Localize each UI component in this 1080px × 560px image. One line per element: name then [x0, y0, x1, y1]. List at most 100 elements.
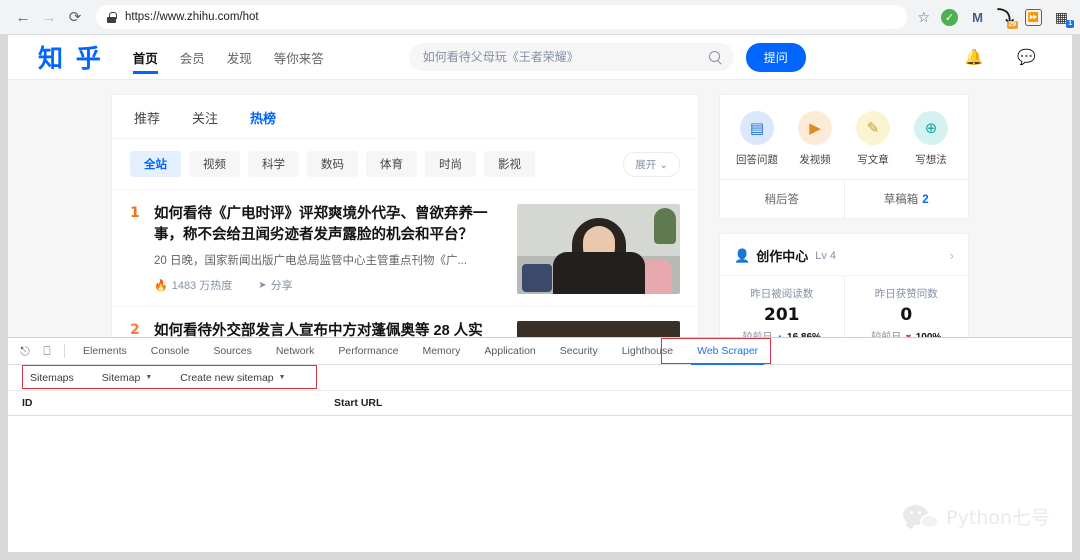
- answer-later-button[interactable]: 稍后答: [720, 180, 845, 218]
- tab-recommend[interactable]: 推荐: [134, 108, 160, 127]
- chip-video[interactable]: 视频: [189, 151, 240, 177]
- hot-item-share-button[interactable]: ➤ 分享: [258, 277, 292, 293]
- devtools-tab-application[interactable]: Application: [472, 338, 547, 365]
- send-plane-icon: ➤: [258, 279, 267, 291]
- toggle-device-toolbar-icon[interactable]: ⎕: [36, 340, 58, 362]
- hot-item-rank: 2: [130, 322, 140, 337]
- creator-level-label: Lv 4: [815, 249, 836, 262]
- zhihu-header: 知 乎 首页 会员 发现 等你来答 提问 🔔 💬: [8, 35, 1072, 80]
- chip-all-site[interactable]: 全站: [130, 151, 181, 177]
- devtools-tab-memory[interactable]: Memory: [410, 338, 472, 365]
- hot-list-item[interactable]: 1 如何看待《广电时评》评郑爽境外代孕、曾欲弃养一事，称不会给丑闻劣迹者发声露脸…: [112, 190, 698, 307]
- browser-toolbar: ← → ⟳ https://www.zhihu.com/hot ☆ ✓ M ⤵ 2…: [0, 0, 1080, 35]
- message-chat-icon[interactable]: 💬: [1017, 48, 1036, 66]
- stat-views-yesterday: 昨日被阅读数 201 较前日 ▲ 16.86%: [720, 276, 845, 337]
- stat-views-label: 昨日被阅读数: [750, 288, 814, 300]
- devtools-tab-console[interactable]: Console: [139, 338, 202, 365]
- column-header-start-url[interactable]: Start URL: [334, 397, 1072, 409]
- hot-item-thumbnail[interactable]: [517, 204, 680, 294]
- chip-movies[interactable]: 影视: [484, 151, 535, 177]
- thumbnail-person-body: [552, 252, 645, 294]
- nav-item-explore[interactable]: 发现: [227, 35, 252, 80]
- zhihu-logo[interactable]: 知 乎: [38, 39, 103, 75]
- chip-digital[interactable]: 数码: [307, 151, 358, 177]
- zhihu-header-icons: 🔔 💬: [965, 48, 1042, 66]
- inspect-element-icon[interactable]: ⎋: [14, 340, 36, 362]
- thumbnail-object: [522, 264, 552, 292]
- back-arrow-icon[interactable]: ←: [10, 4, 36, 30]
- chip-sports[interactable]: 体育: [366, 151, 417, 177]
- drafts-button[interactable]: 草稿箱 2: [845, 180, 969, 218]
- creator-actions-card: ▤ 回答问题 ▶ 发视频 ✎ 写文章 ⊕ 写想法 稍后答 草稿箱 2: [719, 94, 969, 219]
- stat-views-delta: 较前日 ▲ 16.86%: [720, 328, 844, 337]
- zhihu-main-nav: 首页 会员 发现 等你来答: [132, 35, 324, 80]
- create-new-sitemap-label: Create new sitemap: [180, 371, 274, 384]
- mail-extension-icon[interactable]: M: [969, 9, 986, 26]
- hot-list-card: 推荐 关注 热榜 全站 视频 科学 数码 体育 时尚 影视 展开 ⌄ 1 如何看…: [111, 94, 699, 337]
- devtools-panel: ⎋ ⎕ Elements Console Sources Network Per…: [8, 337, 1072, 552]
- nav-item-home[interactable]: 首页: [132, 35, 158, 80]
- video-extension-icon[interactable]: ⏩: [1025, 8, 1042, 26]
- creator-stats-row: 昨日被阅读数 201 较前日 ▲ 16.86% 昨日获赞同数 0: [720, 276, 968, 337]
- download-extension-icon[interactable]: ⤵ 29: [997, 9, 1018, 29]
- devtools-tabbar: ⎋ ⎕ Elements Console Sources Network Per…: [8, 338, 1072, 365]
- expand-categories-button[interactable]: 展开 ⌄: [623, 151, 680, 177]
- devtools-tab-sources[interactable]: Sources: [201, 338, 264, 365]
- notification-bell-icon[interactable]: 🔔: [965, 48, 984, 66]
- chevron-right-icon[interactable]: ›: [950, 248, 954, 263]
- devtools-tab-lighthouse[interactable]: Lighthouse: [610, 338, 685, 365]
- creator-center-header[interactable]: 👤 创作中心 Lv 4 ›: [720, 234, 968, 276]
- nav-item-waiting-answer[interactable]: 等你来答: [274, 35, 324, 80]
- web-scraper-toolbar: Sitemaps Sitemap ▼ Create new sitemap ▼: [8, 365, 1072, 391]
- sitemaps-label: Sitemaps: [30, 371, 74, 384]
- action-post-video[interactable]: ▶ 发视频: [789, 111, 841, 167]
- stat-upvotes-label: 昨日获赞同数: [874, 288, 938, 300]
- search-icon[interactable]: [708, 50, 722, 64]
- chip-fashion[interactable]: 时尚: [425, 151, 476, 177]
- address-bar[interactable]: https://www.zhihu.com/hot: [96, 5, 908, 29]
- bookmark-star-icon[interactable]: ☆: [917, 9, 930, 26]
- search-box[interactable]: [408, 43, 734, 71]
- action-write-idea[interactable]: ⊕ 写想法: [905, 111, 957, 167]
- zhihu-body: 推荐 关注 热榜 全站 视频 科学 数码 体育 时尚 影视 展开 ⌄ 1 如何看…: [8, 80, 1072, 337]
- action-write-article-label: 写文章: [857, 154, 889, 166]
- reload-icon[interactable]: ⟳: [62, 4, 88, 30]
- create-new-sitemap-menu[interactable]: Create new sitemap ▼: [180, 372, 285, 384]
- devtools-tab-performance[interactable]: Performance: [326, 338, 410, 365]
- write-article-icon: ✎: [856, 111, 890, 145]
- devtools-tab-network[interactable]: Network: [264, 338, 327, 365]
- action-write-idea-label: 写想法: [915, 154, 947, 166]
- action-write-article[interactable]: ✎ 写文章: [847, 111, 899, 167]
- devtools-tab-web-scraper[interactable]: Web Scraper: [685, 338, 770, 365]
- grammar-extension-icon[interactable]: ✓: [941, 8, 958, 26]
- chevron-down-icon: ▼: [145, 374, 153, 381]
- nav-item-membership[interactable]: 会员: [180, 35, 205, 80]
- thumbnail-plant: [654, 208, 676, 244]
- action-answer-question-label: 回答问题: [736, 154, 778, 166]
- hot-item-title[interactable]: 如何看待《广电时评》评郑爽境外代孕、曾欲弃养一事，称不会给丑闻劣迹者发声露脸的机…: [154, 204, 505, 246]
- flame-icon: 🔥: [154, 279, 168, 292]
- sitemaps-menu[interactable]: Sitemaps: [30, 372, 74, 384]
- hot-list-item[interactable]: 2 如何看待外交部发言人宣布中方对蓬佩奥等 28 人实: [112, 307, 698, 337]
- chip-science[interactable]: 科学: [248, 151, 299, 177]
- toolbox-extension-icon[interactable]: ▦ 1: [1053, 9, 1074, 28]
- sitemap-menu[interactable]: Sitemap ▼: [102, 372, 152, 384]
- forward-arrow-icon[interactable]: →: [36, 4, 62, 30]
- devtools-tab-elements[interactable]: Elements: [71, 338, 139, 365]
- action-answer-question[interactable]: ▤ 回答问题: [731, 111, 783, 167]
- hot-item-title[interactable]: 如何看待外交部发言人宣布中方对蓬佩奥等 28 人实: [154, 321, 505, 337]
- hot-item-share-label: 分享: [270, 280, 293, 293]
- column-header-id[interactable]: ID: [8, 397, 334, 409]
- hot-item-heat: 🔥 1483 万热度: [154, 277, 232, 293]
- sitemaps-table: ID Start URL: [8, 391, 1072, 546]
- search-input[interactable]: [420, 49, 709, 65]
- screen: ← → ⟳ https://www.zhihu.com/hot ☆ ✓ M ⤵ 2…: [0, 0, 1080, 560]
- post-video-icon: ▶: [798, 111, 832, 145]
- tab-following[interactable]: 关注: [192, 108, 218, 127]
- devtools-tab-security[interactable]: Security: [548, 338, 610, 365]
- creator-action-row: ▤ 回答问题 ▶ 发视频 ✎ 写文章 ⊕ 写想法: [720, 95, 968, 179]
- drafts-count-badge: 2: [922, 194, 929, 206]
- hot-item-thumbnail[interactable]: [517, 321, 680, 337]
- ask-question-button[interactable]: 提问: [745, 42, 806, 72]
- tab-hot-list[interactable]: 热榜: [250, 108, 276, 127]
